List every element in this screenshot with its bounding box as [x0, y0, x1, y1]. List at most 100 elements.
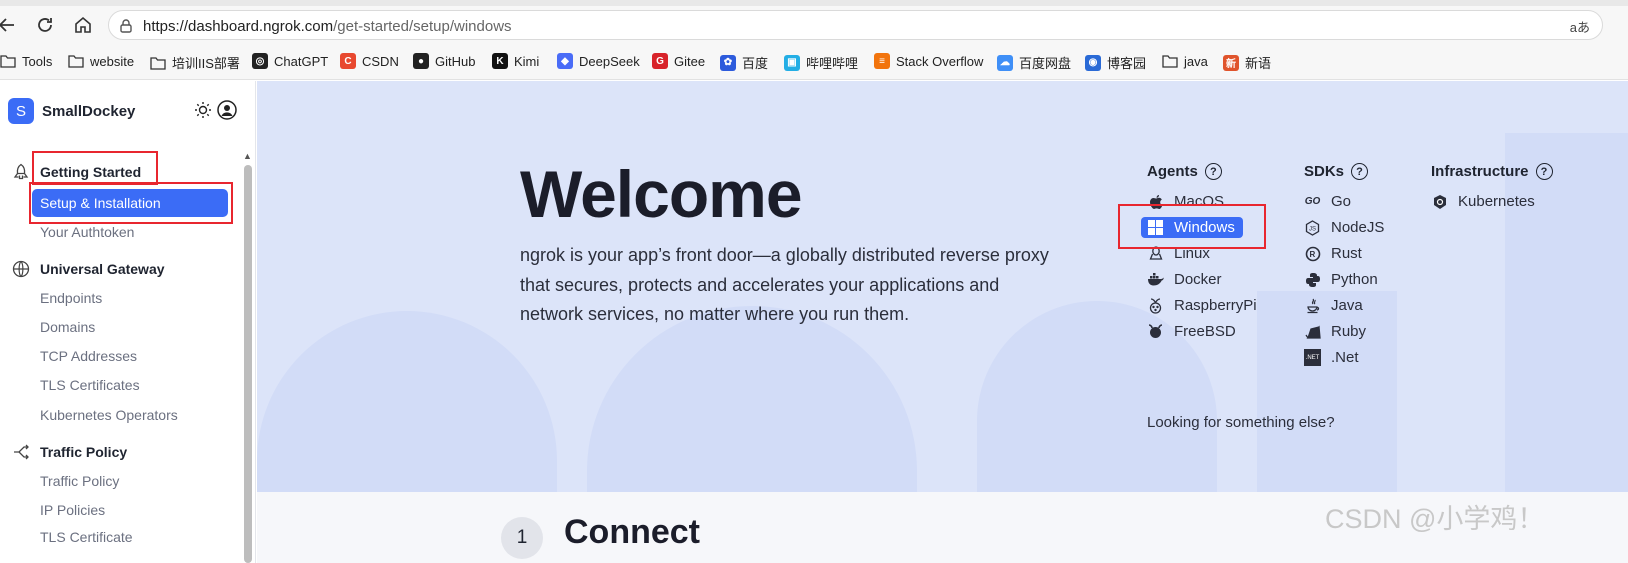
folder-icon — [0, 53, 16, 69]
bg-watermark-shape — [1257, 291, 1397, 493]
option-label: RaspberryPi — [1174, 297, 1257, 314]
gitee-icon: G — [652, 53, 668, 69]
sdk-option-dotnet[interactable]: .NET .Net — [1304, 349, 1359, 366]
bookmark-kimi[interactable]: K Kimi — [492, 53, 539, 69]
sidebar-item-your-authtoken[interactable]: Your Authtoken — [40, 224, 134, 240]
bookmark-培训iis部署[interactable]: 培训IIS部署 — [150, 53, 240, 72]
step-title: Connect — [564, 513, 700, 551]
agent-option-raspberrypi[interactable]: RaspberryPi — [1147, 297, 1257, 314]
nav-section-universal-gateway[interactable]: Universal Gateway — [12, 260, 165, 278]
bookmark-label: ChatGPT — [274, 53, 329, 69]
sdk-option-python[interactable]: Python — [1304, 271, 1378, 288]
java-icon — [1304, 297, 1321, 314]
bookmark-新语[interactable]: 新新语 — [1223, 53, 1271, 72]
bookmark-博客园[interactable]: ◉ 博客园 — [1085, 53, 1146, 72]
xinyu-icon: 新 — [1223, 54, 1239, 71]
url-text[interactable]: https://dashboard.ngrok.com/get-started/… — [143, 18, 512, 35]
branch-icon — [14, 444, 29, 460]
help-icon[interactable]: ? — [1535, 163, 1553, 180]
agent-option-docker[interactable]: Docker — [1147, 271, 1222, 288]
sidebar-item-kubernetes-operators[interactable]: Kubernetes Operators — [40, 407, 178, 423]
option-label: .Net — [1331, 349, 1359, 366]
raspberry-pi-icon — [1147, 297, 1164, 314]
scroll-thumb[interactable] — [244, 165, 252, 563]
sun-icon[interactable] — [194, 101, 212, 119]
csdn-icon: C — [340, 53, 356, 69]
folder-icon — [1162, 53, 1178, 69]
infrastructure-title: Infrastructure — [1431, 163, 1529, 180]
url-path: /get-started/setup/windows — [333, 18, 512, 35]
bookmark-java[interactable]: java — [1162, 53, 1208, 69]
freebsd-icon — [1147, 323, 1164, 340]
bookmark-stack-overflow[interactable]: ≡ Stack Overflow — [874, 53, 983, 69]
sdk-option-rust[interactable]: R Rust — [1304, 245, 1362, 262]
sidebar-scrollbar[interactable]: ▲ — [241, 151, 255, 563]
bg-watermark-shape — [1505, 133, 1628, 493]
bookmarks-bar: Tools website 培训IIS部署 ◎ ChatGPT C CSDN ● GitHub K… — [0, 44, 1628, 80]
sdk-option-java[interactable]: Java — [1304, 297, 1363, 314]
sdk-option-nodejs[interactable]: JS NodeJS — [1304, 219, 1384, 236]
sidebar: S SmallDockey Getting Started Setup & In… — [0, 81, 256, 563]
intro-text: ngrok is your app’s front door—a globall… — [520, 245, 1049, 324]
agent-option-freebsd[interactable]: FreeBSD — [1147, 323, 1236, 340]
reload-icon[interactable] — [34, 14, 56, 36]
bookmark-百度网盘[interactable]: ☁ 百度网盘 — [997, 53, 1071, 72]
go-icon: GO — [1304, 196, 1321, 207]
sidebar-item-traffic-policy[interactable]: Traffic Policy — [40, 473, 119, 489]
sdks-heading: SDKs ? — [1304, 163, 1369, 180]
deepseek-icon: ◆ — [557, 53, 573, 69]
home-icon[interactable] — [72, 14, 94, 36]
user-avatar-icon[interactable] — [217, 100, 237, 120]
looking-for-something-else-link[interactable]: Looking for something else? — [1147, 414, 1335, 431]
bookmark-label: DeepSeek — [579, 53, 640, 69]
bookmark-chatgpt[interactable]: ◎ ChatGPT — [252, 53, 328, 69]
nav-section-title: Traffic Policy — [40, 444, 128, 460]
site-info-icon[interactable] — [117, 17, 135, 35]
sidebar-item-ip-policies[interactable]: IP Policies — [40, 502, 105, 518]
sdk-option-ruby[interactable]: Ruby — [1304, 323, 1366, 340]
sidebar-item-endpoints[interactable]: Endpoints — [40, 290, 102, 306]
back-icon[interactable] — [0, 14, 18, 36]
option-label: Java — [1331, 297, 1363, 314]
nav-section-traffic-policy[interactable]: Traffic Policy — [12, 443, 127, 461]
kubernetes-icon — [1431, 193, 1448, 210]
bookmark-website[interactable]: website — [68, 53, 134, 69]
ruby-icon — [1304, 323, 1321, 340]
bookmark-csdn[interactable]: C CSDN — [340, 53, 399, 69]
sidebar-item-tls-certificate[interactable]: TLS Certificate — [40, 529, 133, 545]
bookmark-label: 百度 — [742, 56, 769, 71]
option-label: Ruby — [1331, 323, 1367, 340]
nodejs-icon: JS — [1304, 219, 1321, 236]
help-icon[interactable]: ? — [1351, 163, 1369, 180]
read-aloud-icon[interactable]: aあ — [1570, 17, 1590, 36]
chatgpt-icon: ◎ — [252, 53, 268, 69]
bookmark-哔哩哔哩[interactable]: ▣ 哔哩哔哩 — [784, 53, 858, 72]
step-number-badge: 1 — [501, 517, 543, 559]
bg-watermark-shape — [587, 306, 917, 493]
bookmark-deepseek[interactable]: ◆ DeepSeek — [557, 53, 640, 69]
bookmark-百度[interactable]: ✿ 百度 — [720, 53, 768, 72]
account-switcher[interactable]: S SmallDockey — [8, 98, 135, 124]
address-bar[interactable]: https://dashboard.ngrok.com/get-started/… — [108, 10, 1603, 40]
help-icon[interactable]: ? — [1204, 163, 1222, 180]
bookmark-label: 哔哩哔哩 — [806, 56, 859, 71]
sidebar-item-tls-certificates[interactable]: TLS Certificates — [40, 377, 140, 393]
browser-toolbar: https://dashboard.ngrok.com/get-started/… — [0, 6, 1628, 44]
bookmark-label: CSDN — [362, 53, 399, 69]
sidebar-item-domains[interactable]: Domains — [40, 319, 95, 335]
bookmark-tools[interactable]: Tools — [0, 53, 52, 69]
sdks-title: SDKs — [1304, 163, 1345, 180]
annotation-box-setup — [29, 182, 233, 224]
sidebar-item-tcp-addresses[interactable]: TCP Addresses — [40, 348, 137, 364]
option-label: Python — [1331, 271, 1378, 288]
sdk-option-go[interactable]: GO Go — [1304, 193, 1351, 210]
bookmark-label: java — [1184, 53, 1208, 69]
bookmark-label: 新语 — [1245, 56, 1272, 71]
bookmark-label: Stack Overflow — [896, 53, 984, 69]
bookmark-github[interactable]: ● GitHub — [413, 53, 475, 69]
scroll-up-arrow-icon[interactable]: ▲ — [243, 151, 252, 161]
bookmark-gitee[interactable]: G Gitee — [652, 53, 705, 69]
infra-option-kubernetes[interactable]: Kubernetes — [1431, 193, 1535, 210]
bookmark-label: 百度网盘 — [1019, 56, 1072, 71]
bookmark-label: GitHub — [435, 53, 476, 69]
